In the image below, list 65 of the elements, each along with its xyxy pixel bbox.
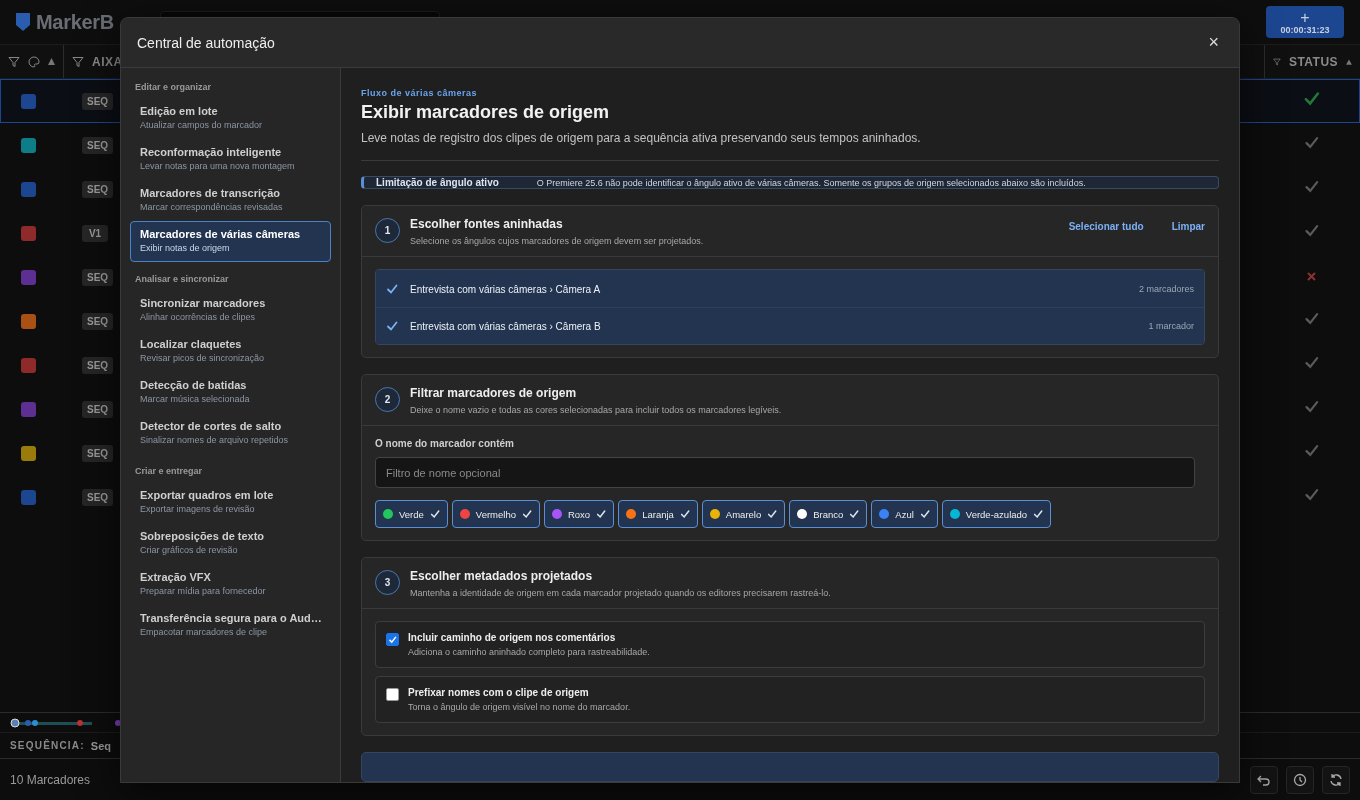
item-subtitle: Exportar imagens de revisão: [140, 504, 256, 514]
marker-count: 10 Marcadores: [10, 772, 91, 787]
item-subtitle: Preparar mídia para fornecedor: [140, 586, 267, 596]
type-tag: V1: [82, 224, 108, 242]
item-title: Detecção de batidas: [140, 379, 248, 391]
section-heading: Analisar e sincronizar: [134, 273, 230, 286]
step-number: 3: [375, 570, 400, 595]
item-title: Edição em lote: [140, 105, 219, 117]
item-subtitle: Revisar picos de sincronização: [140, 353, 266, 363]
item-subtitle: Criar gráficos de revisão: [140, 545, 239, 555]
step-title: Escolher metadados projetados: [410, 569, 594, 583]
step-title: Filtrar marcadores de origem: [410, 386, 578, 400]
item-subtitle: Atualizar campos do marcador: [140, 120, 264, 130]
notice-label: Limitação de ângulo ativo: [376, 177, 499, 188]
item-title: Sincronizar marcadores: [140, 297, 267, 309]
source-label: Entrevista com várias câmeras › Câmera B: [410, 320, 601, 332]
option-description: Adiciona o caminho aninhado completo para rastreabilidade.: [408, 647, 650, 657]
type-tag: SEQ: [82, 180, 114, 198]
field-label: O nome do marcador contém: [375, 438, 515, 449]
type-tag: SEQ: [82, 268, 114, 286]
type-tag: SEQ: [82, 488, 114, 506]
item-title: Extração VFX: [140, 571, 212, 583]
sequence-name: Seq: [90, 739, 111, 752]
item-subtitle: Marcar correspondências revisadas: [140, 202, 284, 212]
item-subtitle: Exibir notas de origem: [140, 243, 231, 253]
item-subtitle: Alinhar ocorrências de clipes: [140, 312, 257, 322]
option-description: Torna o ângulo de origem visível no nome do marcador.: [408, 702, 631, 712]
type-tag: SEQ: [82, 92, 114, 110]
option-title: Incluir caminho de origem nos comentários: [408, 632, 617, 643]
item-title: Marcadores de transcrição: [140, 187, 281, 199]
option-title: Prefixar nomes com o clipe de origem: [408, 687, 590, 698]
step-description: Mantenha a identidade de origem em cada marcador projetado quando os editores precisarem rastreá-lo.: [410, 588, 831, 598]
source-label: Entrevista com várias câmeras › Câmera A: [410, 283, 601, 295]
item-title: Detector de cortes de salto: [140, 420, 283, 432]
type-tag: SEQ: [82, 400, 114, 418]
step-title: Escolher fontes aninhadas: [410, 217, 564, 231]
dialog-title: Central de automação: [137, 34, 275, 51]
step-description: Selecione os ângulos cujos marcadores de origem devem ser projetados.: [410, 236, 704, 246]
page-description: Leve notas de registro dos clipes de origem para a sequência ativa preservando seus tempos aninhados.: [361, 131, 1219, 161]
step-number: 2: [375, 387, 400, 412]
section-heading: Criar e entregar: [134, 465, 204, 478]
type-tag: SEQ: [82, 312, 114, 330]
page-title: Exibir marcadores de origem: [361, 102, 611, 123]
sequence-label: SEQUÊNCIA:: [10, 740, 85, 751]
item-subtitle: Empacotar marcadores de clipe: [140, 627, 269, 637]
item-subtitle: Sinalizar nomes de arquivo repetidos: [140, 435, 290, 445]
item-title: Transferência segura para o Aud…: [140, 612, 321, 624]
notice-text: O Premiere 25.6 não pode identificar o ângulo ativo de várias câmeras. Somente os grupos de origem selecionados abaixo são incluídos.: [536, 177, 1086, 188]
step-description: Deixe o nome vazio e todas as cores selecionadas para incluir todos os marcadores legíveis.: [410, 405, 782, 415]
item-title: Exportar quadros em lote: [140, 489, 275, 501]
marker-count: 1 marcador: [1148, 321, 1194, 331]
app-logo: MarkerB: [36, 10, 114, 34]
step-number: 1: [375, 218, 400, 243]
type-tag: SEQ: [82, 444, 114, 462]
item-subtitle: Levar notas para uma nova montagem: [140, 161, 296, 171]
item-title: Sobreposições de texto: [140, 530, 266, 542]
type-tag: SEQ: [82, 356, 114, 374]
type-tag: SEQ: [82, 136, 114, 154]
section-heading: Editar e organizar: [134, 81, 213, 94]
item-title: Marcadores de várias câmeras: [140, 228, 302, 240]
item-title: Localizar claquetes: [140, 338, 243, 350]
eyebrow-label: Fluxo de várias câmeras: [361, 88, 479, 98]
marker-count: 2 marcadores: [1138, 284, 1194, 294]
item-subtitle: Marcar música selecionada: [140, 394, 251, 404]
item-title: Reconformação inteligente: [140, 146, 283, 158]
